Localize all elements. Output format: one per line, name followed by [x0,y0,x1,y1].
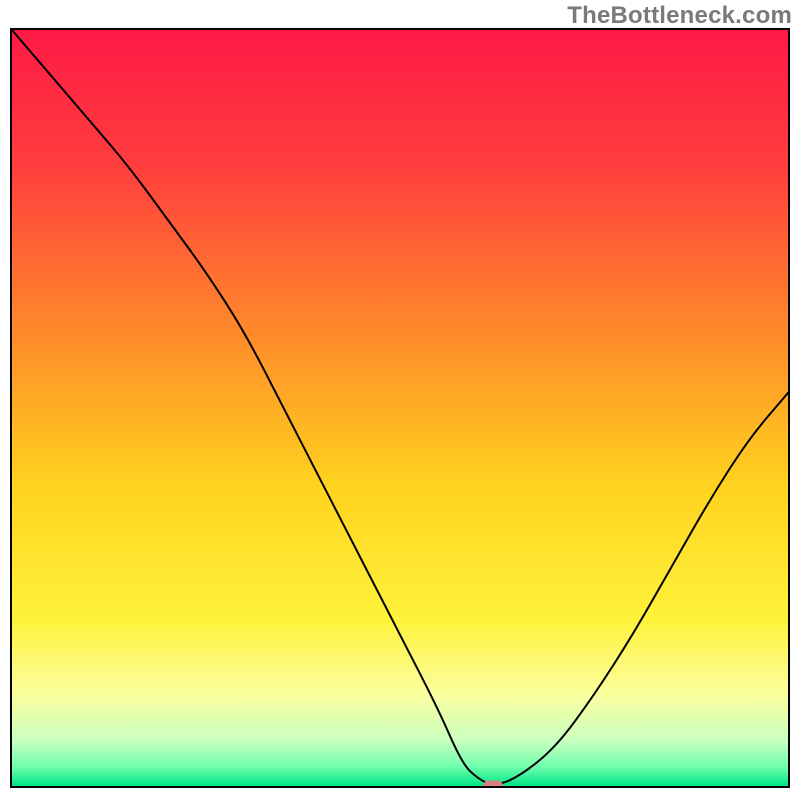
watermark-text: TheBottleneck.com [567,2,792,30]
chart-stage: TheBottleneck.com [0,0,800,800]
bottleneck-curve [12,30,788,784]
curve-layer [12,30,788,786]
plot-frame [10,28,790,788]
minimum-marker [483,781,503,789]
